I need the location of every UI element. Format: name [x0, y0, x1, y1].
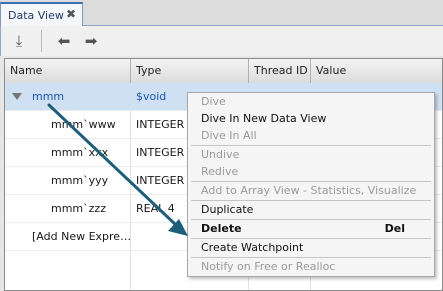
menu-item-dive-new-data-view[interactable]: Dive In New Data View	[188, 110, 434, 127]
close-icon[interactable]: ✖	[66, 7, 76, 21]
row-name: mmm`www	[51, 118, 116, 131]
menu-item-dive[interactable]: Dive	[188, 93, 434, 110]
dive-icon[interactable]: ⤓	[9, 31, 29, 51]
row-type: $void	[136, 90, 167, 103]
row-name: mmm	[32, 90, 65, 103]
row-name: mmm`zzz	[51, 202, 106, 215]
table-header: Name Type Thread ID Value	[5, 59, 442, 84]
menu-item-add-to-array-view[interactable]: Add to Array View - Statistics, Visualiz…	[188, 182, 434, 199]
column-header-value[interactable]: Value	[311, 59, 442, 83]
column-header-thread-id[interactable]: Thread ID	[249, 59, 311, 83]
menu-item-redive[interactable]: Redive	[188, 163, 434, 180]
row-type: INTEGER	[136, 146, 185, 159]
toolbar: ⤓ ⬅ ➡	[0, 26, 443, 56]
tab-strip: Data View ✖	[0, 0, 443, 27]
row-type: INTEGER	[136, 118, 185, 131]
back-icon[interactable]: ⬅	[54, 31, 74, 51]
menu-item-create-watchpoint[interactable]: Create Watchpoint	[188, 239, 434, 256]
menu-item-undive[interactable]: Undive	[188, 146, 434, 163]
toolbar-separator	[41, 30, 42, 52]
menu-item-delete-label: Delete	[201, 222, 242, 235]
column-header-type[interactable]: Type	[131, 59, 249, 83]
row-name: mmm`xxx	[51, 146, 109, 159]
add-expression-label: [Add New Expre…	[32, 230, 132, 243]
column-header-name[interactable]: Name	[5, 59, 131, 83]
forward-icon[interactable]: ➡	[81, 31, 101, 51]
expand-triangle-icon[interactable]	[12, 93, 22, 100]
menu-item-duplicate[interactable]: Duplicate	[188, 201, 434, 218]
menu-item-notify-free-realloc[interactable]: Notify on Free or Realloc	[188, 258, 434, 275]
delete-shortcut: Del	[384, 222, 405, 235]
context-menu: Dive Dive In New Data View Dive In All U…	[187, 92, 435, 277]
row-name: mmm`yyy	[51, 174, 109, 187]
row-type: INTEGER	[136, 174, 185, 187]
tab-label: Data View	[8, 9, 64, 22]
menu-item-delete[interactable]: Delete Del	[188, 220, 434, 237]
row-type: REAL 4	[136, 202, 175, 215]
menu-item-dive-in-all[interactable]: Dive In All	[188, 127, 434, 144]
tab-data-view[interactable]: Data View ✖	[0, 2, 83, 27]
